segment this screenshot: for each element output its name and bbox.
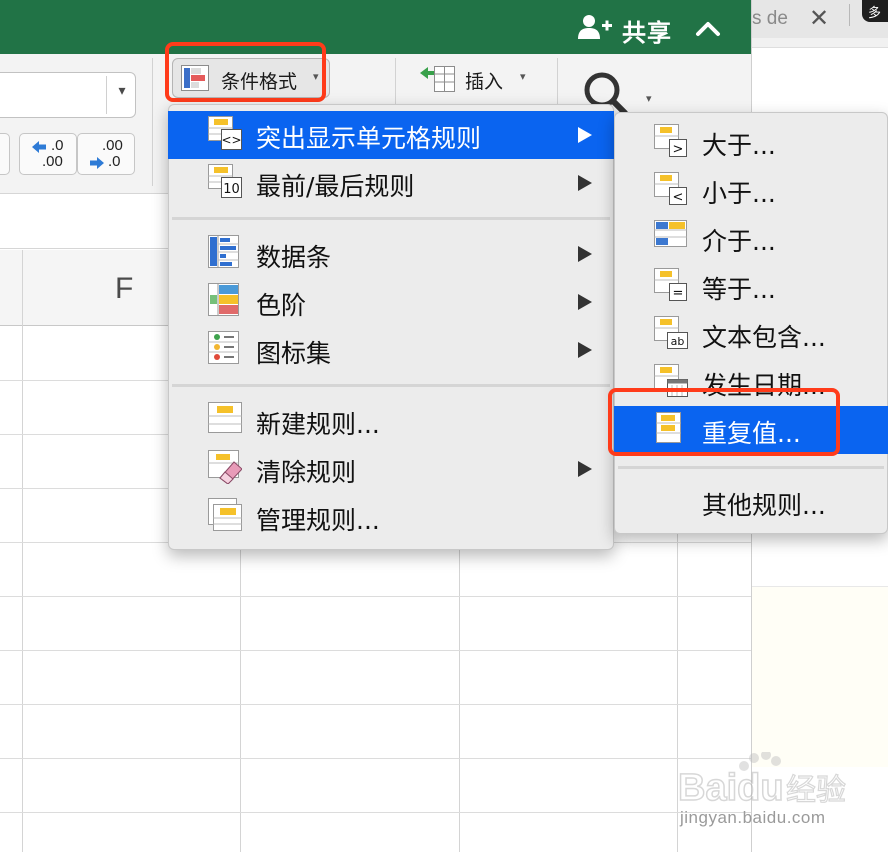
- decimal-bottom: .00: [42, 153, 63, 170]
- icon-text: 10: [223, 182, 240, 197]
- submenu-item-greater-than[interactable]: > 大于...: [614, 118, 888, 166]
- chevron-down-icon[interactable]: ▾: [108, 83, 136, 107]
- browser-tab-next[interactable]: 多: [862, 0, 888, 22]
- menu-item-clear-rules[interactable]: 清除规则: [168, 445, 614, 493]
- equal-to-icon: =: [654, 268, 687, 301]
- chevron-up-icon[interactable]: [694, 17, 722, 39]
- color-scales-icon: [208, 283, 239, 316]
- grid-line: [0, 758, 751, 759]
- submenu-item-text-contains[interactable]: ab 文本包含...: [614, 310, 888, 358]
- ribbon-separator: [152, 58, 153, 186]
- svg-text:<>: <>: [221, 133, 241, 147]
- between-icon: [654, 220, 687, 247]
- increase-decimal-button[interactable]: .00 .0: [77, 133, 135, 175]
- column-header-f[interactable]: F: [115, 272, 133, 306]
- data-bars-icon: [208, 235, 239, 268]
- menu-separator: [172, 217, 610, 220]
- icon-text: ab: [671, 335, 685, 348]
- watermark-url: jingyan.baidu.com: [680, 808, 826, 827]
- grid-line: [0, 596, 751, 597]
- submenu-arrow-icon: [578, 127, 592, 143]
- decimal-top: .00: [102, 137, 123, 154]
- insert-cells-icon[interactable]: [418, 64, 458, 94]
- browser-tab-title[interactable]: s de: [752, 8, 788, 30]
- page-panel: [752, 587, 888, 767]
- greater-than-icon: >: [654, 124, 687, 157]
- submenu-item-equal-to[interactable]: = 等于...: [614, 262, 888, 310]
- menu-item-new-rule[interactable]: 新建规则...: [168, 397, 614, 445]
- grid-line: [0, 704, 751, 705]
- submenu-item-more-rules[interactable]: 其他规则...: [614, 478, 888, 526]
- baidu-watermark-logo: Baidu 经验: [677, 752, 847, 810]
- highlight-rules-icon: <>: [208, 116, 242, 150]
- insert-button[interactable]: 插入: [465, 67, 503, 94]
- icon-text: =: [673, 286, 684, 301]
- menu-item-icon-sets[interactable]: 图标集: [168, 326, 614, 374]
- chevron-down-icon[interactable]: ▾: [646, 92, 652, 105]
- number-format-button[interactable]: [0, 133, 10, 175]
- share-button[interactable]: 共享: [622, 13, 672, 48]
- submenu-arrow-icon: [578, 461, 592, 477]
- arrow-right-icon: [90, 157, 104, 169]
- decimal-top: .0: [51, 137, 64, 154]
- browser-tab-close-icon[interactable]: ✕: [806, 4, 832, 32]
- svg-text:Baidu: Baidu: [678, 767, 784, 809]
- decimal-bottom: .0: [108, 153, 121, 170]
- grid-line: [22, 250, 23, 852]
- icon-text: <: [673, 190, 684, 205]
- new-rule-icon: [208, 402, 242, 433]
- annotation-highlight: [165, 42, 326, 102]
- icon-sets-icon: [208, 331, 239, 364]
- menu-separator: [618, 466, 884, 469]
- grid-line: [0, 812, 751, 813]
- menu-item-top-bottom-rules[interactable]: 10 最前/最后规则: [168, 159, 614, 207]
- submenu-arrow-icon: [578, 294, 592, 310]
- icon-text: >: [673, 142, 684, 157]
- arrow-left-icon: [32, 141, 46, 153]
- submenu-arrow-icon: [578, 246, 592, 262]
- text-contains-icon: ab: [654, 316, 688, 349]
- menu-item-highlight-rules[interactable]: <> 突出显示单元格规则: [168, 111, 614, 159]
- browser-toolbar: [752, 38, 888, 48]
- menu-item-color-scales[interactable]: 色阶: [168, 278, 614, 326]
- svg-text:经验: 经验: [786, 773, 846, 808]
- browser-tab-divider: [849, 4, 850, 26]
- submenu-item-less-than[interactable]: < 小于...: [614, 166, 888, 214]
- annotation-highlight: [608, 388, 840, 456]
- clear-rules-icon: [208, 450, 242, 484]
- add-person-icon[interactable]: [578, 14, 612, 40]
- less-than-icon: <: [654, 172, 687, 205]
- grid-line: [0, 650, 751, 651]
- combo-divider: [106, 76, 107, 114]
- menu-item-data-bars[interactable]: 数据条: [168, 230, 614, 278]
- manage-rules-icon: [208, 498, 242, 531]
- top-bottom-rules-icon: 10: [208, 164, 242, 198]
- submenu-item-between[interactable]: 介于...: [614, 214, 888, 262]
- submenu-arrow-icon: [578, 175, 592, 191]
- menu-item-manage-rules[interactable]: 管理规则...: [168, 493, 614, 541]
- decrease-decimal-button[interactable]: .0 .00: [19, 133, 77, 175]
- submenu-arrow-icon: [578, 342, 592, 358]
- menu-separator: [172, 384, 610, 387]
- chevron-down-icon[interactable]: ▾: [520, 70, 526, 83]
